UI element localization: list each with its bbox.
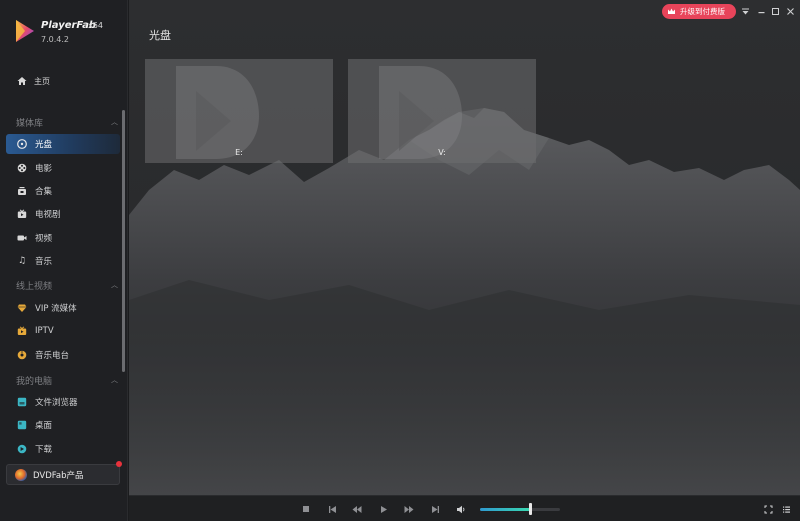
sidebar-item-label: 电视剧 <box>35 210 61 220</box>
volume-slider[interactable] <box>480 508 560 511</box>
chevron-up-icon[interactable]: ︿ <box>111 375 118 385</box>
section-title: 我的电脑 <box>16 376 53 387</box>
sidebar-item-label: 光盘 <box>35 140 53 150</box>
sidebar-item-movies[interactable]: 电影 <box>6 158 120 178</box>
sidebar-item-file-browser[interactable]: 文件浏览器 <box>6 392 120 412</box>
section-header-media-library[interactable]: 媒体库 ︿ <box>16 114 120 130</box>
disc-watermark-icon <box>176 66 259 159</box>
dvdfab-products-label: DVDFab产品 <box>33 470 84 481</box>
film-reel-icon <box>16 162 28 174</box>
play-icon[interactable] <box>377 503 389 515</box>
sidebar-item-downloads[interactable]: 下载 <box>6 439 120 459</box>
drive-card-e[interactable]: E: <box>145 59 333 163</box>
section-title: 媒体库 <box>16 118 44 129</box>
sidebar-item-label: 桌面 <box>35 421 53 431</box>
main-content: 光盘 E: V: <box>129 0 800 495</box>
next-icon[interactable] <box>429 503 441 515</box>
playlist-icon[interactable] <box>780 503 792 515</box>
dvdfab-products-button[interactable]: DVDFab产品 <box>6 464 120 485</box>
app-version: 7.0.4.2 <box>41 35 69 44</box>
section-title: 线上视频 <box>16 281 53 292</box>
download-icon <box>16 443 28 455</box>
player-controls-bar <box>129 495 800 521</box>
chevron-up-icon[interactable]: ︿ <box>111 117 118 127</box>
disc-icon <box>16 138 28 150</box>
drive-label: E: <box>235 148 243 157</box>
desktop-icon <box>16 419 28 431</box>
section-header-online-video[interactable]: 线上视频 ︿ <box>16 277 120 293</box>
video-camera-icon <box>16 232 28 244</box>
diamond-icon <box>16 302 28 314</box>
disc-watermark-icon <box>379 66 462 159</box>
crown-icon <box>667 7 676 16</box>
sidebar: PlayerFab x64 7.0.4.2 主页 媒体库 ︿ 光盘 电影 合集 … <box>0 0 128 521</box>
stop-icon[interactable] <box>300 503 312 515</box>
sidebar-item-disc[interactable]: 光盘 <box>6 134 120 154</box>
iptv-icon <box>16 325 28 337</box>
home-icon <box>16 75 28 87</box>
music-note-icon: ♫ <box>17 256 27 266</box>
sidebar-item-label: 下载 <box>35 445 53 455</box>
sidebar-item-collections[interactable]: 合集 <box>6 181 120 201</box>
close-icon[interactable] <box>784 5 796 17</box>
radio-icon <box>16 349 28 361</box>
chevron-up-icon[interactable]: ︿ <box>111 280 118 290</box>
fullscreen-icon[interactable] <box>762 503 774 515</box>
previous-icon[interactable] <box>326 503 338 515</box>
folder-icon <box>16 396 28 408</box>
sidebar-item-tv-series[interactable]: 电视剧 <box>6 204 120 224</box>
sidebar-item-home[interactable]: 主页 <box>6 71 120 91</box>
rewind-icon[interactable] <box>351 503 363 515</box>
collection-icon <box>16 185 28 197</box>
sidebar-item-music-radio[interactable]: 音乐电台 <box>6 345 120 365</box>
sidebar-item-label: 文件浏览器 <box>35 398 78 408</box>
drive-card-v[interactable]: V: <box>348 59 536 163</box>
sidebar-item-label: 电影 <box>35 164 53 174</box>
sidebar-item-label: 音乐 <box>35 257 53 267</box>
upgrade-label: 升级到付费版 <box>680 7 725 16</box>
playerfab-logo <box>16 20 34 42</box>
volume-slider-handle[interactable] <box>528 503 532 515</box>
sidebar-item-vip-streaming[interactable]: VIP 流媒体 <box>6 298 120 318</box>
volume-icon[interactable] <box>455 503 467 515</box>
sidebar-scrollbar[interactable] <box>122 110 125 372</box>
upgrade-button[interactable]: 升级到付费版 <box>662 4 736 19</box>
tv-icon <box>16 208 28 220</box>
menu-dropdown-icon[interactable] <box>739 5 751 17</box>
drive-label: V: <box>438 148 446 157</box>
sidebar-item-label: IPTV <box>35 326 54 336</box>
sidebar-item-label: 主页 <box>34 76 50 86</box>
sidebar-item-iptv[interactable]: IPTV <box>6 321 120 341</box>
page-title: 光盘 <box>149 29 171 42</box>
sidebar-item-desktop[interactable]: 桌面 <box>6 415 120 435</box>
sidebar-item-label: VIP 流媒体 <box>35 304 77 314</box>
sidebar-item-label: 合集 <box>35 187 53 197</box>
maximize-icon[interactable] <box>769 5 781 17</box>
dvdfab-logo-icon <box>15 468 27 481</box>
notification-badge <box>116 461 122 467</box>
sidebar-item-label: 视频 <box>35 234 53 244</box>
sidebar-item-music[interactable]: ♫ 音乐 <box>6 251 120 271</box>
sidebar-item-label: 音乐电台 <box>35 351 70 361</box>
section-header-my-computer[interactable]: 我的电脑 ︿ <box>16 372 120 388</box>
volume-slider-fill <box>480 508 530 511</box>
app-arch: x64 <box>88 21 103 30</box>
minimize-icon[interactable] <box>755 5 767 17</box>
sidebar-item-videos[interactable]: 视频 <box>6 228 120 248</box>
fast-forward-icon[interactable] <box>403 503 415 515</box>
